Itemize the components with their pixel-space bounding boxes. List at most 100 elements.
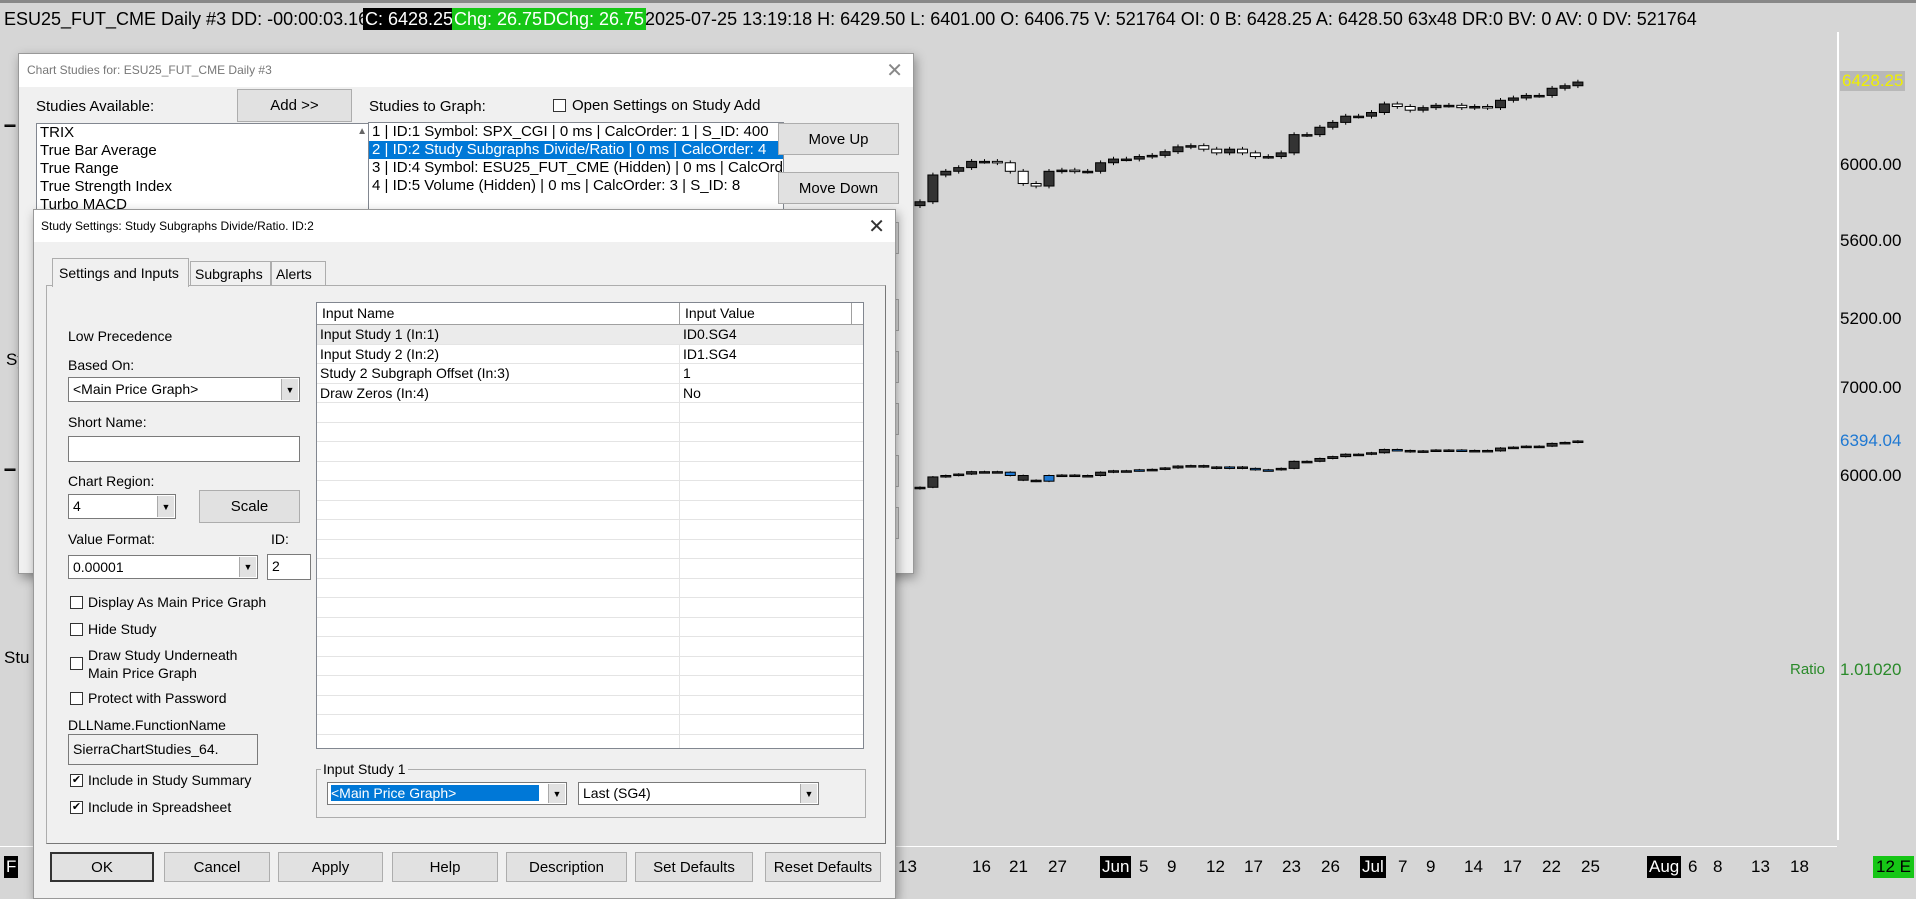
ratio-value-label: 1.01020: [1840, 660, 1902, 679]
inputs-grid[interactable]: Input Name Input Value Input Study 1 (In…: [316, 302, 864, 749]
close-icon[interactable]: ✕: [886, 58, 903, 83]
set-defaults-button[interactable]: Set Defaults: [635, 852, 753, 882]
price-candle: [1417, 105, 1429, 113]
grid-row[interactable]: [317, 442, 863, 462]
scale-button[interactable]: Scale: [199, 490, 300, 523]
price-candle: [1430, 103, 1442, 110]
include-summary-checkbox[interactable]: ✔: [70, 774, 83, 787]
price-candle: [1237, 146, 1248, 156]
column-header-input-name[interactable]: Input Name: [322, 303, 394, 324]
grid-row[interactable]: [317, 715, 863, 735]
price-candle: [1069, 167, 1081, 174]
lower-candle: [1391, 448, 1403, 452]
description-button[interactable]: Description: [506, 852, 627, 882]
lower-candle: [914, 486, 926, 490]
tab-settings-and-inputs[interactable]: Settings and Inputs: [52, 258, 189, 287]
lower-candle: [1559, 441, 1571, 445]
list-item[interactable]: TRIX: [37, 124, 371, 142]
chart-region-select[interactable]: 4 ▼: [68, 494, 176, 519]
lower-candle: [1495, 447, 1506, 452]
column-header-input-value[interactable]: Input Value: [685, 303, 755, 324]
help-button[interactable]: Help: [392, 852, 498, 882]
hide-study-checkbox[interactable]: [70, 623, 83, 636]
list-item[interactable]: 3 | ID:4 Symbol: ESU25_FUT_CME (Hidden) …: [369, 159, 783, 177]
move-up-button[interactable]: Move Up: [778, 123, 899, 155]
include-spreadsheet-checkbox[interactable]: ✔: [70, 801, 83, 814]
price-candle: [1469, 104, 1481, 110]
list-item[interactable]: True Range: [37, 160, 371, 178]
grid-row[interactable]: [317, 520, 863, 540]
short-name-input[interactable]: [68, 436, 300, 462]
lower-candle: [979, 470, 990, 474]
subgraph-select[interactable]: Last (SG4) ▼: [578, 782, 819, 805]
date-label: 17: [1244, 857, 1263, 876]
lower-candle: [1533, 445, 1545, 449]
value-format-select[interactable]: 0.00001 ▼: [68, 555, 258, 579]
grid-row[interactable]: [317, 403, 863, 423]
lower-candle: [1417, 450, 1429, 453]
tab-alerts[interactable]: Alerts: [271, 261, 326, 285]
price-candle: [953, 165, 965, 174]
list-item[interactable]: 4 | ID:5 Volume (Hidden) | 0 ms | CalcOr…: [369, 177, 783, 195]
price-candle: [1327, 120, 1339, 130]
apply-button[interactable]: Apply: [278, 852, 383, 882]
grid-row[interactable]: [317, 676, 863, 696]
date-label: 7: [1398, 857, 1408, 876]
list-item[interactable]: True Bar Average: [37, 142, 371, 160]
date-label-month: F: [4, 856, 19, 878]
scroll-up-icon[interactable]: ▲: [357, 126, 367, 137]
grid-row[interactable]: Input Study 2 (In:2) ID1.SG4: [317, 345, 863, 364]
grid-row[interactable]: [317, 618, 863, 637]
subgraph-value: Last (SG4): [583, 785, 651, 801]
protect-password-checkbox[interactable]: [70, 692, 83, 705]
date-label: 18: [1790, 857, 1809, 876]
input-value-cell[interactable]: 1: [683, 364, 691, 383]
draw-underneath-checkbox[interactable]: [70, 657, 83, 670]
price-candle: [1095, 160, 1107, 174]
price-candle: [1378, 101, 1390, 115]
chart-region-label: Chart Region:: [68, 473, 155, 489]
lower-candle: [1482, 449, 1494, 453]
grid-row[interactable]: [317, 501, 863, 520]
grid-header: Input Name Input Value: [317, 303, 863, 325]
grid-row[interactable]: [317, 657, 863, 676]
grid-row[interactable]: [317, 598, 863, 618]
based-on-select[interactable]: <Main Price Graph> ▼: [68, 377, 300, 402]
ok-button[interactable]: OK: [50, 852, 154, 882]
grid-row[interactable]: Draw Zeros (In:4) No: [317, 384, 863, 403]
grid-row[interactable]: [317, 559, 863, 579]
move-down-button[interactable]: Move Down: [778, 172, 899, 204]
studies-available-label: Studies Available:: [36, 98, 155, 115]
dll-input[interactable]: SierraChartStudies_64.: [68, 734, 258, 765]
grid-row[interactable]: [317, 423, 863, 442]
grid-row[interactable]: [317, 637, 863, 657]
tab-subgraphs[interactable]: Subgraphs: [190, 261, 271, 285]
grid-row[interactable]: [317, 696, 863, 715]
add-study-button[interactable]: Add >>: [237, 89, 352, 122]
grid-row[interactable]: [317, 540, 863, 559]
grid-row[interactable]: Study 2 Subgraph Offset (In:3) 1: [317, 364, 863, 384]
cancel-button[interactable]: Cancel: [164, 852, 270, 882]
reset-defaults-button[interactable]: Reset Defaults: [765, 852, 881, 882]
grid-row[interactable]: [317, 462, 863, 481]
list-item-selected[interactable]: 2 | ID:2 Study Subgraphs Divide/Ratio | …: [369, 141, 783, 159]
list-item[interactable]: True Strength Index: [37, 178, 371, 196]
chevron-down-icon: ▼: [548, 784, 565, 803]
input-value-cell[interactable]: ID0.SG4: [683, 325, 737, 344]
price-candle: [1146, 153, 1158, 159]
grid-row[interactable]: [317, 579, 863, 598]
open-settings-checkbox[interactable]: [553, 99, 566, 112]
id-input[interactable]: 2: [267, 554, 311, 580]
grid-row[interactable]: Input Study 1 (In:1) ID0.SG4: [317, 325, 863, 345]
lower-candle: [1069, 474, 1081, 478]
input-value-cell[interactable]: ID1.SG4: [683, 345, 737, 364]
grid-row[interactable]: [317, 735, 863, 749]
grid-row[interactable]: [317, 481, 863, 501]
display-as-main-checkbox[interactable]: [70, 596, 83, 609]
lower-candle: [1572, 440, 1584, 444]
date-label: 9: [1167, 857, 1177, 876]
close-icon[interactable]: ✕: [868, 214, 885, 239]
input-value-cell[interactable]: No: [683, 384, 701, 403]
list-item[interactable]: 1 | ID:1 Symbol: SPX_CGI | 0 ms | CalcOr…: [369, 123, 783, 141]
input-study-select[interactable]: <Main Price Graph> ▼: [327, 782, 567, 805]
